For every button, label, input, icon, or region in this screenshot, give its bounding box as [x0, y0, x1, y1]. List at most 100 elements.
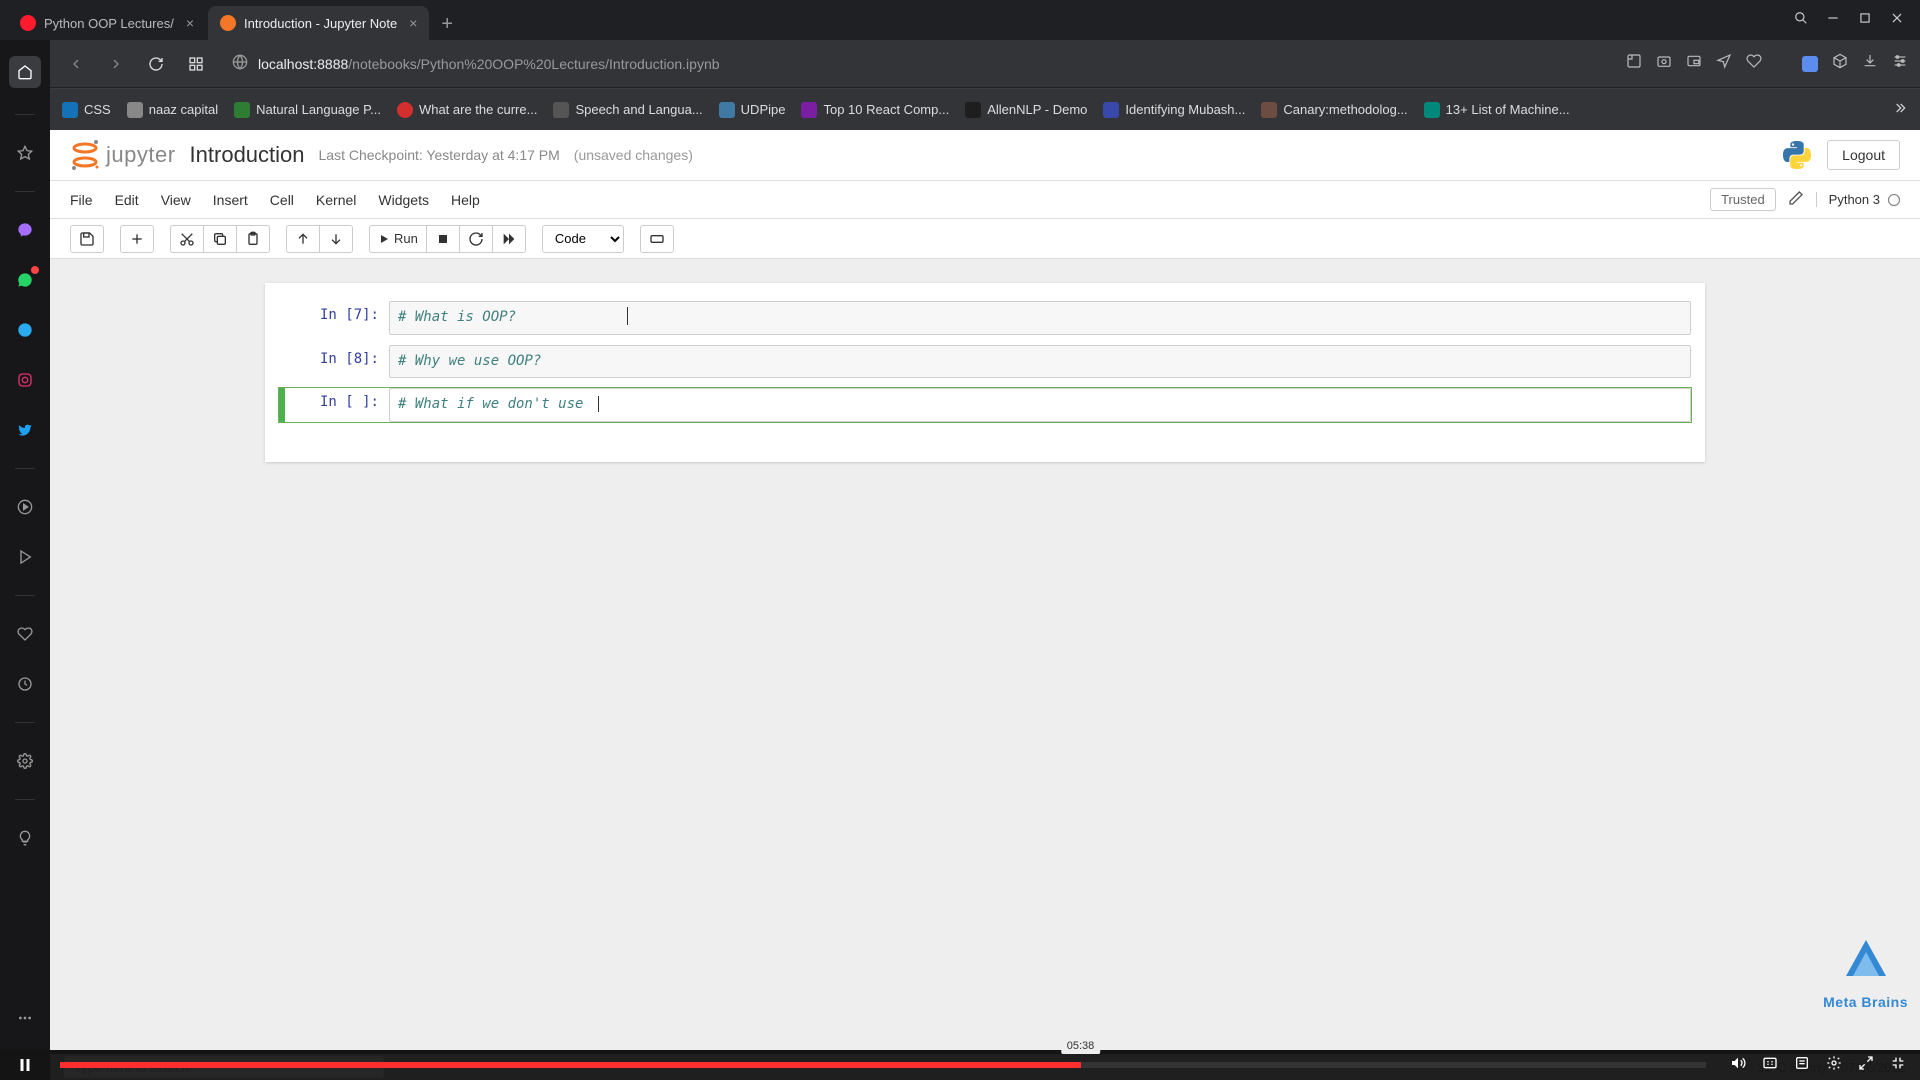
menu-cell[interactable]: Cell — [270, 192, 294, 208]
extension-icon[interactable] — [1802, 56, 1818, 72]
close-icon[interactable]: × — [409, 15, 417, 31]
bookmark-item[interactable]: Identifying Mubash... — [1103, 102, 1245, 118]
forward-button[interactable] — [102, 50, 130, 78]
maximize-icon[interactable] — [1858, 11, 1872, 30]
menu-help[interactable]: Help — [451, 192, 480, 208]
menu-widgets[interactable]: Widgets — [378, 192, 429, 208]
bookmark-item[interactable]: naaz capital — [127, 102, 218, 118]
video-seek-track[interactable]: 05:38 — [60, 1062, 1706, 1068]
paste-button[interactable] — [236, 225, 270, 253]
menu-edit[interactable]: Edit — [115, 192, 139, 208]
restart-run-button[interactable] — [492, 225, 526, 253]
messenger-icon[interactable] — [13, 218, 37, 242]
fullscreen-exit-icon[interactable] — [1890, 1055, 1906, 1076]
cube-icon[interactable] — [1832, 53, 1848, 74]
menu-insert[interactable]: Insert — [213, 192, 248, 208]
bookmark-item[interactable]: Top 10 React Comp... — [801, 102, 949, 118]
bookmark-item[interactable]: 13+ List of Machine... — [1424, 102, 1570, 118]
cut-button[interactable] — [170, 225, 203, 253]
browser-tab-active[interactable]: Introduction - Jupyter Note × — [208, 6, 429, 40]
cell-input[interactable]: # Why we use OOP? — [389, 345, 1691, 379]
tab-title: Python OOP Lectures/ — [44, 16, 174, 31]
add-cell-button[interactable] — [120, 225, 154, 253]
bookmark-item[interactable]: Natural Language P... — [234, 102, 381, 118]
twitter-icon[interactable] — [13, 418, 37, 442]
code-cell[interactable]: In [8]: # Why we use OOP? — [279, 345, 1691, 379]
menu-view[interactable]: View — [161, 192, 191, 208]
search-icon[interactable] — [1794, 11, 1808, 30]
captions-icon[interactable] — [1762, 1055, 1778, 1076]
code-cell-selected[interactable]: In [ ]: # What if we don't use — [279, 388, 1691, 422]
new-tab-button[interactable]: + — [431, 9, 463, 40]
bookmark-item[interactable]: UDPipe — [719, 102, 786, 118]
more-icon[interactable] — [13, 1006, 37, 1030]
menu-file[interactable]: File — [70, 192, 93, 208]
cell-input[interactable]: # What if we don't use — [389, 388, 1691, 422]
bookmark-label: naaz capital — [149, 102, 218, 117]
logout-button[interactable]: Logout — [1827, 140, 1900, 170]
notebook-title[interactable]: Introduction — [190, 142, 305, 168]
download-icon[interactable] — [1862, 53, 1878, 74]
jupyter-toolbar: Run Code — [50, 219, 1920, 259]
close-icon[interactable] — [1890, 11, 1904, 30]
trusted-badge[interactable]: Trusted — [1710, 188, 1776, 211]
bookmarks-overflow-icon[interactable] — [1892, 100, 1908, 119]
celltype-select[interactable]: Code — [542, 225, 624, 253]
video-controls[interactable]: 05:38 — [0, 1050, 1920, 1080]
kernel-name[interactable]: Python 3 — [1816, 192, 1900, 207]
bookmark-label: Top 10 React Comp... — [823, 102, 949, 117]
flow-icon[interactable] — [13, 545, 37, 569]
reload-button[interactable] — [142, 50, 170, 78]
settings-icon[interactable] — [1826, 1055, 1842, 1076]
menu-kernel[interactable]: Kernel — [316, 192, 356, 208]
player-icon[interactable] — [13, 495, 37, 519]
notebook-container: In [7]: # What is OOP? In [8]: # Why we … — [265, 283, 1705, 462]
copy-button[interactable] — [203, 225, 236, 253]
bookmark-item[interactable]: Canary:methodolog... — [1261, 102, 1407, 118]
pip-icon[interactable] — [1686, 53, 1702, 74]
snapshot-icon[interactable] — [1656, 53, 1672, 74]
bookmark-label: Identifying Mubash... — [1125, 102, 1245, 117]
bookmark-item[interactable]: CSS — [62, 102, 111, 118]
instagram-icon[interactable] — [13, 368, 37, 392]
move-up-button[interactable] — [286, 225, 319, 253]
close-icon[interactable]: × — [186, 15, 194, 31]
run-button[interactable]: Run — [369, 225, 426, 253]
code-cell[interactable]: In [7]: # What is OOP? — [279, 301, 1691, 335]
workspaces-icon[interactable] — [182, 50, 210, 78]
back-button[interactable] — [62, 50, 90, 78]
kernel-label: Python 3 — [1829, 192, 1880, 207]
site-info-icon[interactable] — [232, 54, 248, 73]
bookmark-item[interactable]: What are the curre... — [397, 102, 538, 118]
expand-icon[interactable] — [1858, 1055, 1874, 1076]
screenshot-icon[interactable] — [1626, 53, 1642, 74]
whatsapp-icon[interactable] — [13, 268, 37, 292]
bulb-icon[interactable] — [13, 826, 37, 850]
save-button[interactable] — [70, 225, 104, 253]
bookmark-item[interactable]: Speech and Langua... — [553, 102, 702, 118]
settings-icon[interactable] — [13, 749, 37, 773]
browser-tab[interactable]: Python OOP Lectures/ × — [8, 6, 206, 40]
volume-icon[interactable] — [1730, 1055, 1746, 1076]
transcript-icon[interactable] — [1794, 1055, 1810, 1076]
jupyter-logo[interactable]: jupyter — [70, 138, 176, 172]
send-icon[interactable] — [1716, 53, 1732, 74]
edit-icon[interactable] — [1788, 190, 1804, 209]
telegram-icon[interactable] — [13, 318, 37, 342]
interrupt-button[interactable] — [426, 225, 459, 253]
heart-icon[interactable] — [1746, 53, 1762, 74]
url-bar[interactable]: localhost:8888/notebooks/Python%20OOP%20… — [222, 48, 1614, 79]
move-down-button[interactable] — [319, 225, 353, 253]
pinboards-icon[interactable] — [13, 622, 37, 646]
command-palette-button[interactable] — [640, 225, 674, 253]
restart-button[interactable] — [459, 225, 492, 253]
bookmark-item[interactable]: AllenNLP - Demo — [965, 102, 1087, 118]
cell-input[interactable]: # What is OOP? — [389, 301, 1691, 335]
pause-button[interactable] — [0, 1056, 50, 1074]
text-cursor-icon — [627, 307, 628, 325]
minimize-icon[interactable] — [1826, 11, 1840, 30]
home-icon[interactable] — [9, 56, 41, 88]
easy-setup-icon[interactable] — [1892, 53, 1908, 74]
history-icon[interactable] — [13, 672, 37, 696]
star-icon[interactable] — [13, 141, 37, 165]
